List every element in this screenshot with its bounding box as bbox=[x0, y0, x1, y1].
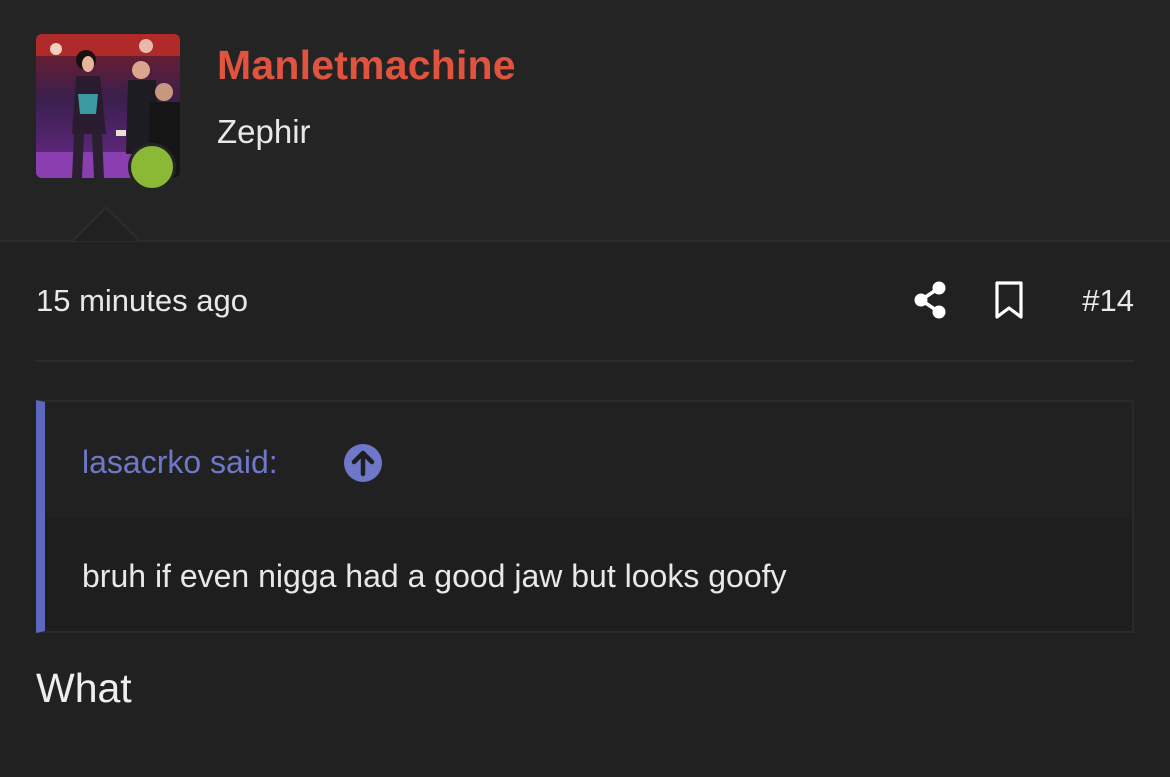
post-meta: 15 minutes ago #14 bbox=[36, 280, 1134, 324]
forum-post: Manletmachine Zephir 15 minutes ago #14 … bbox=[0, 0, 1170, 777]
user-title: Zephir bbox=[217, 113, 311, 150]
bookmark-button[interactable] bbox=[992, 280, 1026, 320]
meta-divider bbox=[36, 360, 1134, 362]
message-pointer bbox=[72, 206, 140, 241]
quote-block: lasacrko said: bruh if even nigga had a … bbox=[36, 400, 1134, 633]
arrow-up-circle-icon bbox=[344, 444, 382, 482]
bookmark-icon bbox=[995, 281, 1023, 319]
user-header: Manletmachine Zephir bbox=[0, 0, 1170, 242]
share-icon bbox=[914, 281, 946, 319]
quote-header: lasacrko said: bbox=[45, 402, 1132, 518]
online-status-indicator bbox=[128, 143, 176, 191]
quote-text: bruh if even nigga had a good jaw but lo… bbox=[82, 558, 787, 594]
share-button[interactable] bbox=[910, 280, 950, 320]
post-timestamp[interactable]: 15 minutes ago bbox=[36, 283, 248, 319]
post-message: What bbox=[36, 665, 132, 711]
quote-jump-button[interactable] bbox=[343, 443, 383, 483]
post-number-link[interactable]: #14 bbox=[1082, 283, 1134, 319]
quote-author-link[interactable]: lasacrko said: bbox=[82, 444, 278, 481]
username-link[interactable]: Manletmachine bbox=[217, 42, 516, 89]
